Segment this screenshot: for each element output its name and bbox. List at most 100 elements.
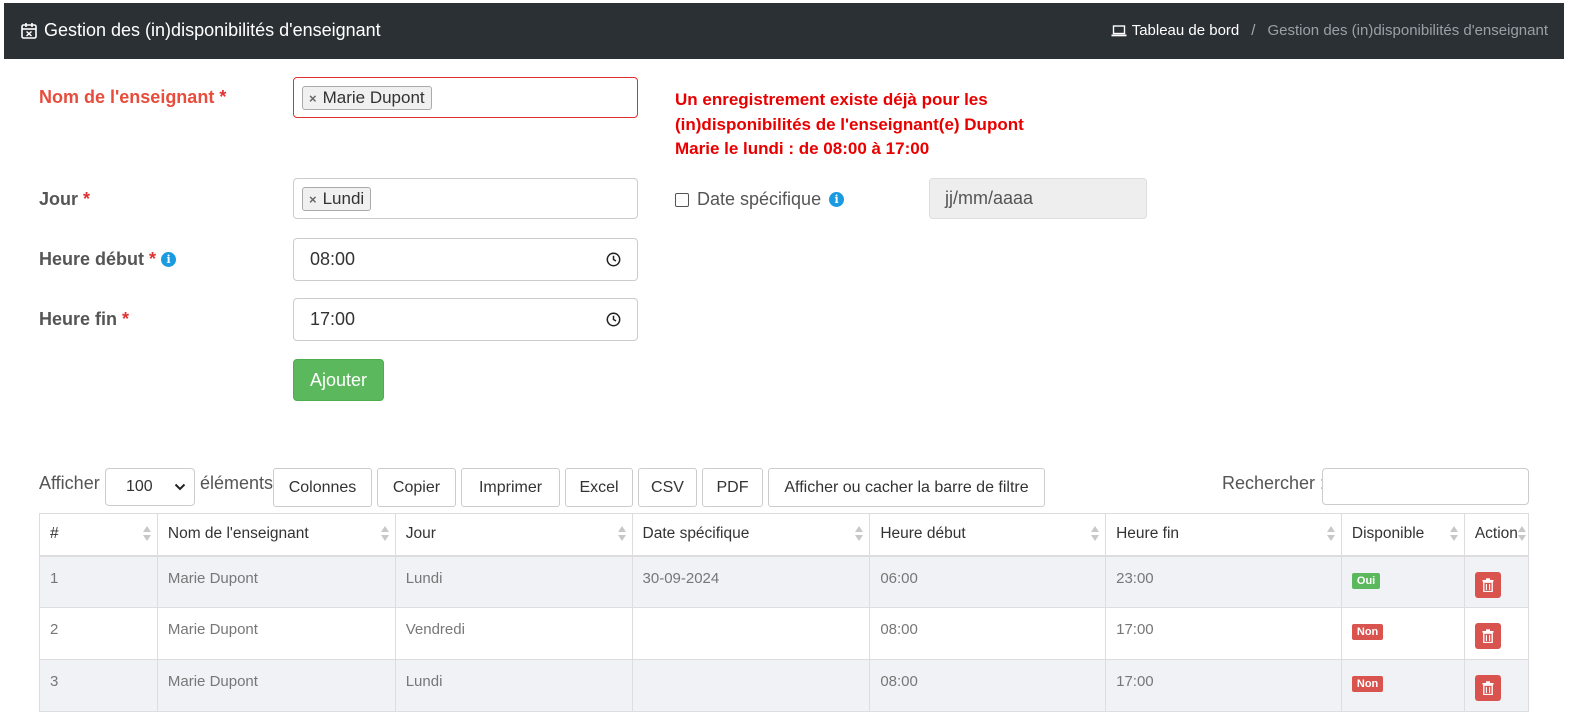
columns-button[interactable]: Colonnes bbox=[273, 468, 372, 507]
end-time-label-text: Heure fin bbox=[39, 309, 118, 329]
breadcrumb-home-label: Tableau de bord bbox=[1131, 22, 1240, 39]
day-label-text: Jour bbox=[39, 189, 79, 209]
cell-day: Lundi bbox=[394, 659, 633, 712]
cell-teacher: Marie Dupont bbox=[156, 607, 396, 660]
cell-start: 08:00 bbox=[869, 607, 1107, 660]
laptop-icon bbox=[1111, 24, 1127, 36]
calendar-x-icon bbox=[21, 22, 37, 39]
start-time-value: 08:00 bbox=[310, 249, 356, 269]
page-title-text: Gestion des (in)disponibilités d'enseign… bbox=[44, 20, 381, 40]
add-button[interactable]: Ajouter bbox=[293, 359, 384, 401]
column-header-available[interactable]: Disponible bbox=[1340, 513, 1465, 557]
column-header-day[interactable]: Jour bbox=[394, 513, 633, 557]
table-row: 3 Marie Dupont Lundi 08:00 17:00 Non bbox=[39, 659, 1530, 712]
column-header-start[interactable]: Heure début bbox=[869, 513, 1107, 557]
delete-button[interactable] bbox=[1474, 623, 1501, 649]
trash-icon bbox=[1482, 629, 1494, 643]
info-icon[interactable]: i bbox=[161, 252, 177, 267]
page-scrollbar[interactable] bbox=[1565, 0, 1593, 719]
start-time-input[interactable]: 08:00 bbox=[293, 238, 638, 281]
sort-icon bbox=[855, 526, 864, 542]
column-header-label: Disponible bbox=[1351, 525, 1425, 543]
breadcrumb-home-link[interactable]: Tableau de bord bbox=[1111, 22, 1240, 39]
status-badge: Oui bbox=[1351, 572, 1381, 589]
pdf-button[interactable]: PDF bbox=[702, 468, 763, 507]
cell-day: Lundi bbox=[394, 555, 633, 608]
cell-action bbox=[1463, 659, 1530, 712]
chip-remove-icon[interactable]: × bbox=[309, 91, 317, 106]
cell-num: 3 bbox=[39, 659, 158, 712]
sort-icon bbox=[1449, 526, 1458, 542]
end-time-input[interactable]: 17:00 bbox=[293, 298, 638, 341]
cell-date bbox=[631, 659, 871, 712]
cell-end: 17:00 bbox=[1105, 659, 1342, 712]
elements-label: éléments bbox=[200, 473, 274, 493]
specific-date-input[interactable]: jj/mm/aaaa bbox=[929, 178, 1147, 219]
cell-start: 06:00 bbox=[869, 555, 1107, 608]
required-star: * bbox=[219, 87, 227, 107]
breadcrumb: Tableau de bord / Gestion des (in)dispon… bbox=[1111, 22, 1548, 39]
column-header-label: Action bbox=[1474, 525, 1518, 543]
excel-button[interactable]: Excel bbox=[565, 468, 633, 507]
column-header-label: Date spécifique bbox=[642, 525, 750, 543]
status-badge: Non bbox=[1351, 624, 1384, 640]
trash-icon bbox=[1482, 577, 1494, 592]
delete-button[interactable] bbox=[1474, 571, 1501, 598]
teacher-chip: × Marie Dupont bbox=[302, 86, 432, 110]
day-label: Jour * bbox=[39, 189, 90, 210]
cell-teacher: Marie Dupont bbox=[156, 659, 396, 712]
day-chip-label: Lundi bbox=[322, 189, 365, 208]
teacher-label-text: Nom de l'enseignant bbox=[39, 87, 215, 107]
copy-button[interactable]: Copier bbox=[377, 468, 456, 507]
column-header-label: Heure fin bbox=[1116, 525, 1180, 543]
required-star: * bbox=[122, 309, 130, 329]
delete-button[interactable] bbox=[1474, 675, 1501, 701]
end-time-value: 17:00 bbox=[310, 309, 356, 329]
column-header-num[interactable]: # bbox=[39, 513, 158, 557]
page-length-value: 100 bbox=[126, 478, 153, 495]
column-header-action[interactable]: Action bbox=[1463, 513, 1530, 557]
column-header-label: Heure début bbox=[880, 525, 966, 543]
clock-icon[interactable] bbox=[606, 252, 621, 267]
table-row: 1 Marie Dupont Lundi 30-09-2024 06:00 23… bbox=[39, 555, 1530, 608]
csv-button[interactable]: CSV bbox=[638, 468, 697, 507]
cell-date: 30-09-2024 bbox=[631, 555, 871, 608]
column-header-label: Nom de l'enseignant bbox=[167, 525, 309, 543]
chip-remove-icon[interactable]: × bbox=[309, 192, 317, 207]
teacher-select[interactable]: × Marie Dupont bbox=[293, 77, 638, 118]
clock-icon[interactable] bbox=[606, 312, 621, 327]
end-time-label: Heure fin * bbox=[39, 309, 129, 330]
search-label: Rechercher : bbox=[1222, 473, 1326, 493]
cell-start: 08:00 bbox=[869, 659, 1107, 712]
cell-date bbox=[631, 607, 871, 660]
cell-available: Non bbox=[1340, 659, 1465, 712]
column-header-teacher[interactable]: Nom de l'enseignant bbox=[156, 513, 396, 557]
info-icon[interactable]: i bbox=[829, 192, 845, 207]
print-button[interactable]: Imprimer bbox=[461, 468, 560, 507]
cell-available: Non bbox=[1340, 607, 1465, 660]
day-select[interactable]: × Lundi bbox=[293, 178, 638, 219]
search-input[interactable] bbox=[1322, 468, 1529, 505]
cell-end: 23:00 bbox=[1105, 555, 1342, 608]
teacher-label: Nom de l'enseignant * bbox=[39, 87, 226, 108]
cell-action bbox=[1463, 555, 1530, 608]
specific-date-checkbox[interactable] bbox=[675, 192, 689, 207]
column-header-end[interactable]: Heure fin bbox=[1105, 513, 1342, 557]
cell-num: 2 bbox=[39, 607, 158, 660]
status-badge: Non bbox=[1351, 676, 1384, 692]
page-length-select[interactable]: 100 bbox=[105, 468, 195, 506]
trash-icon bbox=[1482, 681, 1494, 695]
cell-end: 17:00 bbox=[1105, 607, 1342, 660]
chevron-down-icon bbox=[174, 483, 186, 491]
specific-date-toggle: Date spécifique i bbox=[675, 189, 845, 210]
table-header-row: # Nom de l'enseignant Jour Date spécifiq… bbox=[39, 513, 1530, 557]
day-chip: × Lundi bbox=[302, 187, 372, 211]
column-header-specific-date[interactable]: Date spécifique bbox=[631, 513, 871, 557]
cell-num: 1 bbox=[39, 555, 158, 608]
availability-table: # Nom de l'enseignant Jour Date spécifiq… bbox=[39, 513, 1530, 712]
sort-icon bbox=[1091, 526, 1100, 542]
toggle-filter-bar-button[interactable]: Afficher ou cacher la barre de filtre bbox=[768, 468, 1045, 507]
sort-icon bbox=[380, 526, 389, 542]
required-star: * bbox=[149, 249, 157, 269]
page-header: Gestion des (in)disponibilités d'enseign… bbox=[4, 3, 1564, 59]
